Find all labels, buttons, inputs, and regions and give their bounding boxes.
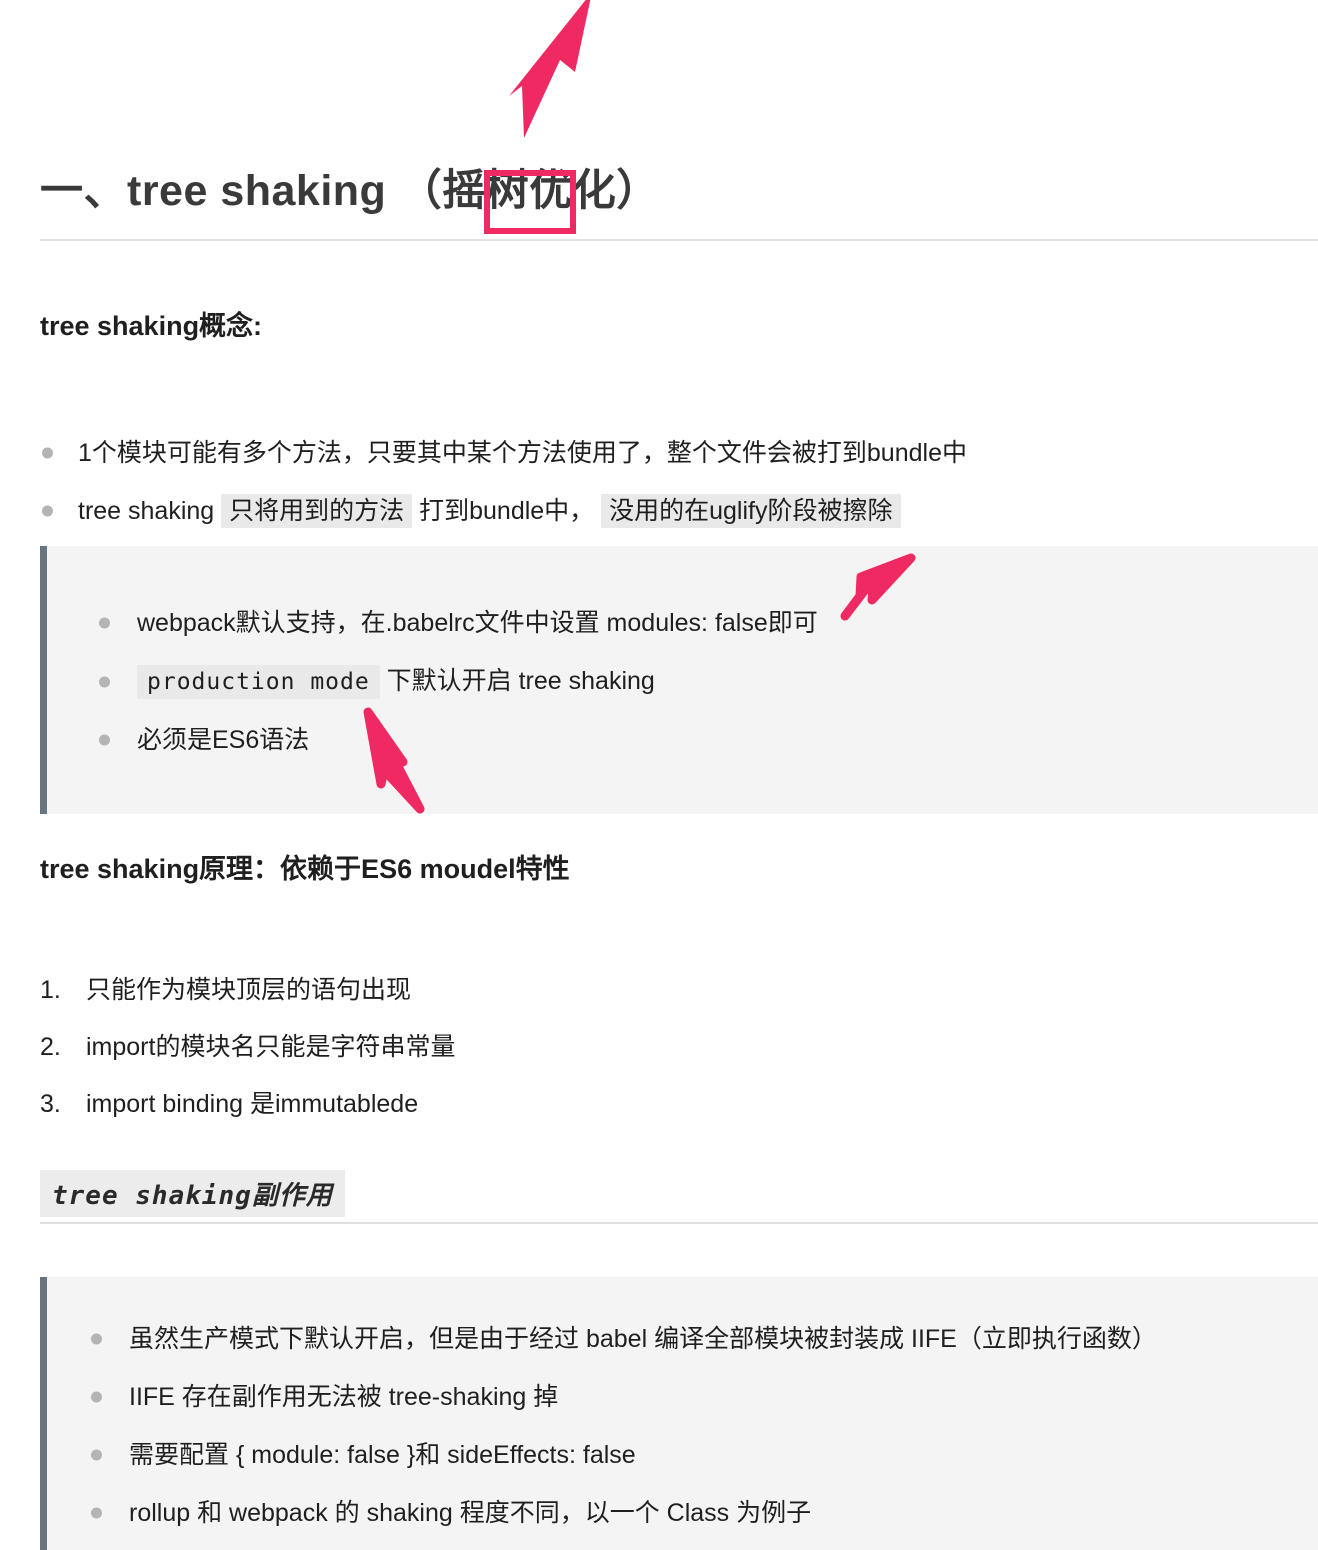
bullet-icon — [99, 734, 110, 746]
concept-list: 1个模块可能有多个方法，只要其中某个方法使用了，整个文件会被打到bundle中 t… — [40, 424, 1300, 540]
bullet-icon — [42, 505, 53, 517]
text-run: rollup 和 webpack 的 shaking 程度不同，以一个 Clas… — [129, 1499, 812, 1527]
list-item: production mode 下默认开启 tree shaking — [97, 652, 1318, 711]
list-item: IIFE 存在副作用无法被 tree-shaking 掉 — [89, 1368, 1318, 1426]
list-item: 必须是ES6语法 — [97, 711, 1318, 769]
arrow-to-title-icon — [509, 0, 591, 138]
document-page: 一、tree shaking （摇树优化） tree shaking概念: 1个… — [0, 0, 1318, 1550]
text-run: webpack默认支持，在.babelrc文件中设置 modules: fals… — [137, 609, 818, 637]
list-item-text: import binding 是immutablede — [86, 1090, 419, 1118]
text-run: 虽然生产模式下默认开启，但是由于经过 babel 编译全部模块被封装成 IIFE… — [129, 1325, 1157, 1353]
list-item: 1个模块可能有多个方法，只要其中某个方法使用了，整个文件会被打到bundle中 — [40, 424, 1300, 482]
list-item: tree shaking 只将用到的方法 打到bundle中， 没用的在ugli… — [40, 482, 1300, 540]
text-run: 下默认开启 tree shaking — [379, 667, 655, 695]
page-title: 一、tree shaking （摇树优化） — [40, 170, 660, 213]
list-item-number: 1. — [40, 976, 61, 1004]
list-item: 需要配置 { module: false }和 sideEffects: fal… — [89, 1426, 1318, 1484]
blockquote-tree-shaking-config: webpack默认支持，在.babelrc文件中设置 modules: fals… — [40, 546, 1318, 814]
text-run: 需要配置 { module: false }和 sideEffects: fal… — [129, 1441, 636, 1469]
heading-side-effects-text: tree shaking副作用 — [52, 1181, 333, 1211]
heading-concept-text: tree shaking概念: — [40, 311, 263, 341]
heading-side-effects-code: tree shaking副作用 — [40, 1170, 345, 1217]
text-run: tree shaking — [78, 497, 222, 525]
inline-code: 没用的在uglify阶段被擦除 — [601, 494, 901, 528]
list-item-number: 2. — [40, 1033, 61, 1061]
principle-ordered-list: 1. 只能作为模块顶层的语句出现 2. import的模块名只能是字符串常量 3. imp… — [40, 962, 940, 1133]
list-item: rollup 和 webpack 的 shaking 程度不同，以一个 Clas… — [89, 1484, 1318, 1542]
list-item: 1. 只能作为模块顶层的语句出现 — [40, 962, 940, 1019]
heading-concept: tree shaking概念: — [40, 313, 262, 340]
inline-code: 只将用到的方法 — [221, 494, 413, 528]
bullet-icon — [91, 1333, 102, 1345]
list-item: webpack默认支持，在.babelrc文件中设置 modules: fals… — [97, 594, 1318, 652]
bullet-icon — [91, 1507, 102, 1519]
bullet-icon — [99, 617, 110, 629]
list-item: 3. import binding 是immutablede — [40, 1076, 940, 1133]
text-run: IIFE 存在副作用无法被 tree-shaking 掉 — [129, 1383, 559, 1411]
bullet-icon — [99, 676, 110, 687]
heading-principle: tree shaking原理：依赖于ES6 moudel特性 — [40, 856, 570, 883]
blockquote-side-effects: 虽然生产模式下默认开启，但是由于经过 babel 编译全部模块被封装成 IIFE… — [40, 1277, 1318, 1550]
text-run: 1个模块可能有多个方法，只要其中某个方法使用了，整个文件会被打到bundle中 — [78, 439, 967, 467]
page-title-text: 一、tree shaking （摇树优化） — [40, 167, 660, 215]
text-run: 打到bundle中， — [412, 497, 602, 525]
bullet-icon — [91, 1449, 102, 1461]
list-item-text: import的模块名只能是字符串常量 — [86, 1033, 456, 1061]
inline-code-mono: production mode — [137, 665, 380, 699]
text-run: 必须是ES6语法 — [137, 726, 310, 754]
list-item: 2. import的模块名只能是字符串常量 — [40, 1019, 940, 1076]
list-item-text: 只能作为模块顶层的语句出现 — [86, 976, 412, 1004]
bullet-icon — [42, 447, 53, 459]
list-item: 虽然生产模式下默认开启，但是由于经过 babel 编译全部模块被封装成 IIFE… — [89, 1310, 1318, 1368]
title-underline-rule — [40, 239, 1318, 241]
heading-principle-text: tree shaking原理：依赖于ES6 moudel特性 — [40, 854, 570, 884]
section-divider-rule — [40, 1222, 1318, 1224]
list-item-number: 3. — [40, 1090, 61, 1118]
blockquote-top-items: webpack默认支持，在.babelrc文件中设置 modules: fals… — [47, 546, 1318, 769]
blockquote-bottom-items: 虽然生产模式下默认开启，但是由于经过 babel 编译全部模块被封装成 IIFE… — [47, 1277, 1318, 1542]
bullet-icon — [91, 1391, 102, 1403]
